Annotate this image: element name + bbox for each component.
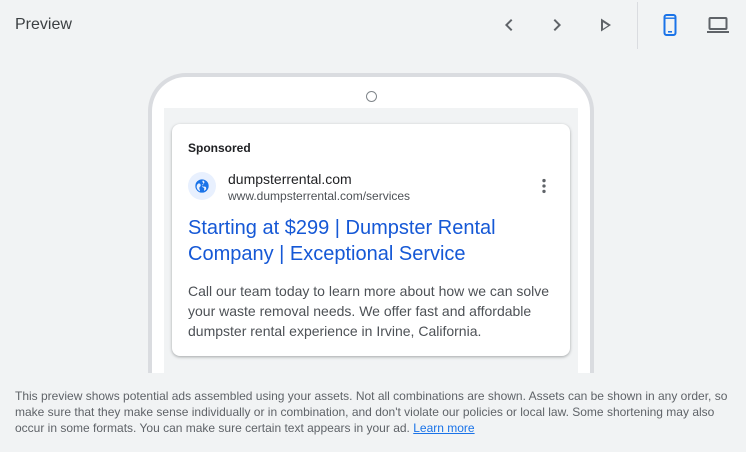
phone-frame: Sponsored dumpsterrental.com www.dumpste… (148, 73, 594, 377)
previous-button[interactable] (496, 12, 522, 38)
ad-card: Sponsored dumpsterrental.com www.dumpste… (172, 124, 570, 356)
sponsored-label: Sponsored (188, 141, 251, 155)
ad-options-button[interactable] (534, 176, 554, 196)
learn-more-link[interactable]: Learn more (413, 421, 474, 435)
ad-description: Call our team today to learn more about … (188, 283, 550, 339)
header-divider (637, 2, 638, 49)
chevron-left-icon (505, 19, 513, 31)
globe-icon (195, 179, 209, 193)
advertiser-display-url: www.dumpsterrental.com/services (228, 189, 411, 203)
phone-camera-icon (366, 91, 377, 102)
site-favicon (188, 172, 216, 200)
next-button[interactable] (544, 12, 570, 38)
ad-headline[interactable]: Starting at $299 | Dumpster Rental Compa… (188, 215, 558, 267)
phone-screen: Sponsored dumpsterrental.com www.dumpste… (164, 108, 578, 377)
desktop-view-button[interactable] (705, 12, 731, 38)
mobile-device-icon (663, 14, 677, 36)
mobile-view-button[interactable] (657, 12, 683, 38)
advertiser-site-name: dumpsterrental.com (228, 171, 352, 187)
play-button[interactable] (592, 12, 618, 38)
page-title: Preview (15, 16, 72, 33)
chevron-right-icon (553, 19, 561, 31)
play-icon (601, 18, 611, 32)
more-vertical-icon (542, 178, 546, 194)
disclaimer-text: This preview shows potential ads assembl… (15, 389, 728, 435)
preview-disclaimer: This preview shows potential ads assembl… (15, 388, 731, 436)
preview-header: Preview (0, 0, 746, 50)
laptop-icon (707, 17, 729, 33)
